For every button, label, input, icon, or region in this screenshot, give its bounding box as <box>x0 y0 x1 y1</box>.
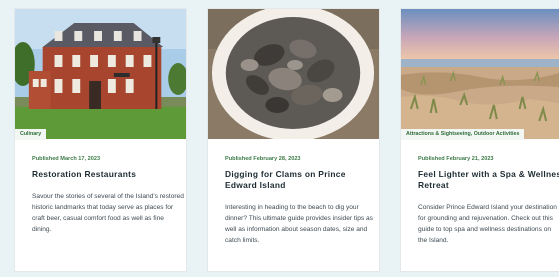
article-description: Savour the stories of several of the Isl… <box>32 193 184 233</box>
clams-bucket-photo[interactable] <box>208 9 379 139</box>
beach-dunes-photo[interactable] <box>401 9 559 139</box>
published-date: Published February 28, 2023 <box>225 156 301 162</box>
category-tag[interactable]: Attractions & Sightseeing, Outdoor Activ… <box>401 129 525 140</box>
article-card-list: Culinary Published March 17, 2023 Restor… <box>0 0 559 277</box>
published-date: Published March 17, 2023 <box>32 156 101 162</box>
article-title[interactable]: Restoration Restaurants <box>32 169 182 180</box>
article-title[interactable]: Digging for Clams on Prince Edward Islan… <box>225 169 375 191</box>
article-description: Interesting in heading to the beach to d… <box>225 204 373 244</box>
article-description: Consider Prince Edward Island your desti… <box>418 204 557 244</box>
article-card[interactable]: Culinary Published March 17, 2023 Restor… <box>14 8 187 272</box>
article-title[interactable]: Feel Lighter with a Spa & Wellness Retre… <box>418 169 559 191</box>
category-tag[interactable]: Culinary <box>15 129 47 140</box>
article-card[interactable]: Attractions & Sightseeing, Outdoor Activ… <box>400 8 559 272</box>
article-card[interactable]: Published February 28, 2023 Digging for … <box>207 8 380 272</box>
published-date: Published February 21, 2023 <box>418 156 494 162</box>
restaurant-building-photo[interactable] <box>15 9 186 139</box>
